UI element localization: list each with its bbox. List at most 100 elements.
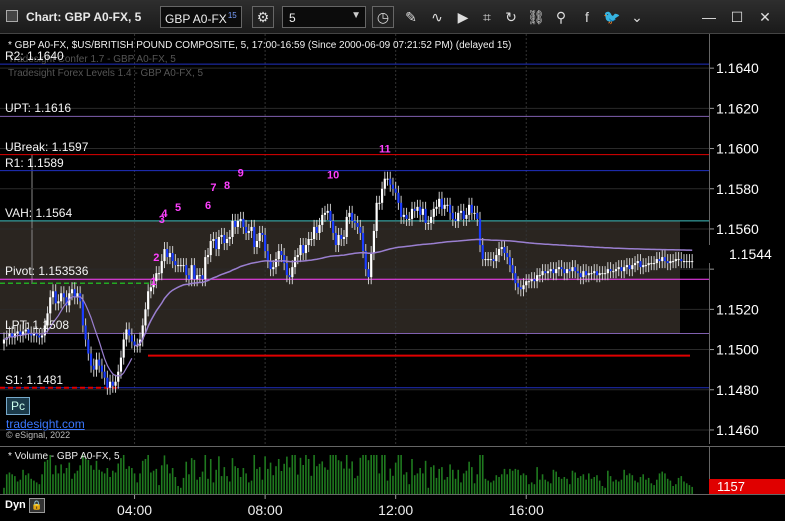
volume-bar-85 [234,466,236,495]
volume-bar-82 [226,476,228,495]
symbol-input[interactable]: GBP A0-FX15 [160,6,242,28]
volume-bar-192 [525,475,528,495]
chevron-down-icon[interactable]: ▼ [351,10,361,21]
candle-250 [682,254,686,269]
candle-body [525,281,528,286]
volume-bar-166 [454,478,457,495]
volume-bar-3 [11,474,13,495]
candle-body [478,218,482,246]
volume-bar-241 [658,473,661,495]
volume-bar-55 [152,470,155,495]
candle-body [612,271,615,273]
volume-bar-78 [215,469,217,495]
close-icon[interactable]: ✕ [756,8,774,26]
candle-body [49,297,52,314]
bracket-icon[interactable]: ⌗ [478,8,496,26]
pc-button[interactable]: Pc [6,397,30,415]
candle-body [604,273,607,275]
settings-gear-icon[interactable]: ⚙ [252,6,274,28]
volume-bar-54 [150,472,152,495]
price-plot-area[interactable]: 1 2 3 4 5 6 7 8 9 10 11 [0,34,709,444]
volume-bar-114 [313,455,315,495]
price-chart[interactable]: 12345 67 89 1011 [0,34,709,444]
volume-bar-28 [79,465,81,495]
twitter-icon[interactable]: 🐦 [603,8,621,26]
volume-bar-140 [384,455,386,495]
candle-body [264,234,267,252]
candle-body [402,214,405,217]
candle-163 [446,197,449,212]
clock-icon[interactable]: ◷ [372,6,394,28]
price-tick-label-4: 1.1560 [716,221,759,237]
volume-bar-14 [41,474,43,495]
candle-body [38,335,41,338]
candle-body [680,259,683,262]
volume-bar-73 [201,471,204,495]
lock-icon[interactable]: 🔒 [29,498,45,513]
volume-bar-53 [147,455,149,495]
volume-bar-139 [381,455,383,495]
candle-body [122,339,125,358]
volume-bar-99 [272,475,275,495]
volume-bar-100 [275,466,277,495]
candle-body [658,259,661,262]
maximize-icon[interactable]: ☐ [728,8,746,26]
pencil-icon[interactable]: ✎ [402,8,420,26]
volume-bar-42 [117,463,120,495]
candle-159 [435,199,438,216]
candle-body [663,257,667,262]
candle-body [334,232,337,246]
volume-bar-96 [264,456,266,495]
candle-body [220,234,223,237]
volume-bar-170 [465,470,468,495]
candle-37 [103,364,106,385]
candle-body [144,309,147,326]
volume-bar-26 [73,473,76,495]
interval-input[interactable]: 5 ▼ [282,6,366,28]
volume-bar-35 [98,469,100,495]
minimize-icon[interactable]: — [700,8,718,26]
volume-bar-63 [174,477,177,495]
candle-body [495,255,498,262]
volume-bar-188 [514,468,517,495]
candle-36 [100,358,104,379]
volume-bar-141 [386,480,389,495]
pin-icon[interactable]: ⚲ [552,8,570,26]
volume-bar-206 [563,477,566,495]
volume-bar-204 [558,477,560,495]
candle-31 [87,332,90,361]
candle-body [89,353,93,366]
volume-bar-248 [677,477,680,495]
price-axis[interactable]: 1.1640 1.1620 1.1600 1.1580 1.1560 1.1520 1.15… [709,34,785,444]
candle-body [606,269,609,274]
candle-body [459,210,463,213]
volume-bar-108 [296,474,299,495]
dyn-label[interactable]: Dyn [5,499,26,511]
facebook-icon[interactable]: f [578,8,596,26]
brand-link[interactable]: tradesight.com [6,417,85,431]
volume-bar-212 [579,476,582,495]
wave-icon[interactable]: ∿ [428,8,446,26]
candle-body [614,269,618,272]
candle-body [209,241,212,256]
time-axis[interactable]: 04:00 08:00 12:00 16:00 [0,494,785,521]
candle-body [315,226,318,233]
chevron-down-icon[interactable]: ⌄ [628,8,646,26]
count-label-6: 7 [210,182,216,194]
candle-body [576,271,580,274]
count-label-8: 9 [238,168,244,180]
candle-body [519,287,522,290]
volume-bar-207 [566,478,568,495]
refresh-icon[interactable]: ↻ [502,8,520,26]
volume-bar-235 [642,474,644,495]
volume-bar-203 [555,471,557,495]
play-icon[interactable]: ▶ [454,8,472,26]
candle-body [340,234,343,239]
volume-bar-40 [112,470,114,495]
volume-bar-33 [92,469,95,495]
candle-42 [117,364,120,389]
volume-bar-52 [144,459,147,495]
volume-bar-93 [256,468,258,495]
link-icon[interactable]: ⛓ [527,8,545,26]
candle-body [359,226,362,233]
